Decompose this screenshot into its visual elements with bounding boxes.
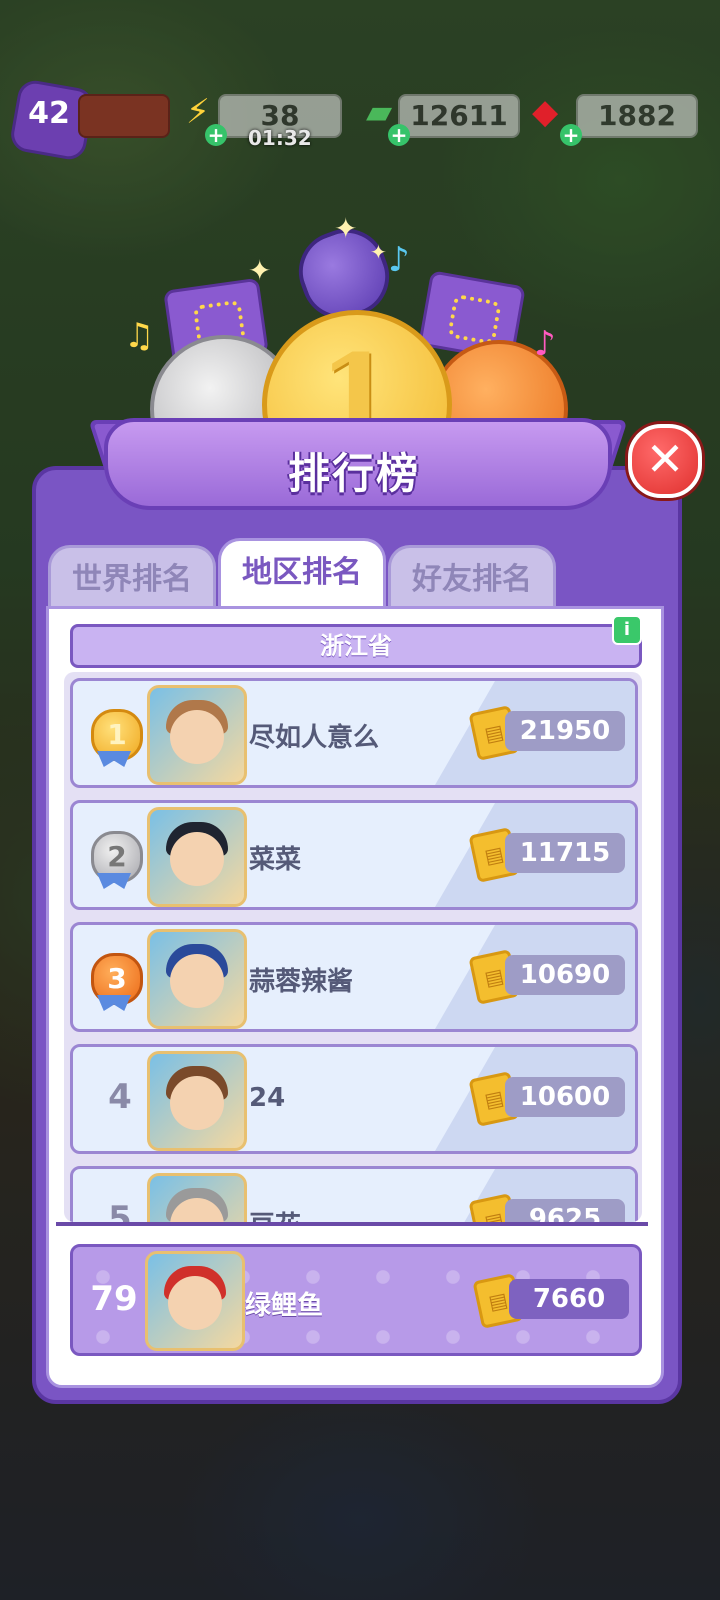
cash-counter[interactable]: 12611 [398,94,520,138]
tab-region-ranking[interactable]: 地区排名 [218,538,386,611]
tab-world-ranking[interactable]: 世界排名 [48,545,216,612]
add-cash-button[interactable]: + [388,124,410,146]
avatar[interactable] [147,685,247,785]
gem-value: 1882 [598,99,676,132]
medal-ribbon-icon [97,995,131,1011]
player-score: 21950 [505,711,625,751]
my-avatar[interactable] [145,1251,245,1351]
player-name: 24 [249,1083,286,1113]
add-energy-button[interactable]: + [205,124,227,146]
energy-timer: 01:32 [248,126,312,150]
info-button[interactable]: i [612,615,642,645]
region-label: 浙江省 [70,624,642,668]
player-score: 11715 [505,833,625,873]
ranking-row[interactable]: 3 蒜蓉辣酱 ▤ 10690 [70,922,638,1032]
cash-value: 12611 [410,99,508,132]
sparkle-icon: ✦ [334,212,358,245]
player-name: 豆花 [249,1205,301,1222]
level-progress-bar [78,94,170,138]
music-note-icon: ♪ [388,240,410,280]
tab-friend-ranking[interactable]: 好友排名 [388,545,556,612]
player-score: 10690 [505,955,625,995]
player-score: 10600 [505,1077,625,1117]
ranking-row[interactable]: 5 豆花 ▤ 9625 [70,1166,638,1222]
ranking-list[interactable]: 1 尽如人意么 ▤ 21950 2 菜菜 ▤ 11715 3 蒜蓉辣酱 ▤ 10… [64,672,642,1222]
sparkle-icon: ✦ [370,240,387,264]
avatar[interactable] [147,1051,247,1151]
avatar[interactable] [147,807,247,907]
rank-number: 5 [108,1199,132,1222]
medal-ribbon-icon [97,873,131,889]
music-note-icon: ♪ [534,324,556,364]
add-gem-button[interactable]: + [560,124,582,146]
player-name: 尽如人意么 [249,723,380,753]
close-button[interactable]: ✕ [628,424,702,498]
ranking-row[interactable]: 1 尽如人意么 ▤ 21950 [70,678,638,788]
player-score: 9625 [505,1199,625,1222]
rank-number: 4 [108,1077,132,1117]
page-title: 排行榜 [287,449,420,498]
my-rank-number: 79 [90,1279,138,1319]
list-divider [56,1222,648,1226]
avatar[interactable] [147,929,247,1029]
level-value: 42 [28,96,70,131]
cash-icon: ▰ [366,92,393,132]
my-player-score: 7660 [509,1279,629,1319]
gem-counter[interactable]: 1882 [576,94,698,138]
lightning-icon: ⚡ [186,92,210,132]
player-name: 蒜蓉辣酱 [249,967,354,997]
ranking-row[interactable]: 2 菜菜 ▤ 11715 [70,800,638,910]
my-rank-row[interactable]: 79 绿鲤鱼 ▤ 7660 [70,1244,642,1356]
sparkle-icon: ✦ [248,254,272,287]
my-player-name: 绿鲤鱼 [245,1291,324,1321]
ruby-icon: ◆ [532,92,559,132]
medal-ribbon-icon [97,751,131,767]
avatar[interactable] [147,1173,247,1222]
ranking-row[interactable]: 4 24 ▤ 10600 [70,1044,638,1154]
music-note-icon: ♫ [124,316,155,356]
player-name: 菜菜 [249,845,302,875]
